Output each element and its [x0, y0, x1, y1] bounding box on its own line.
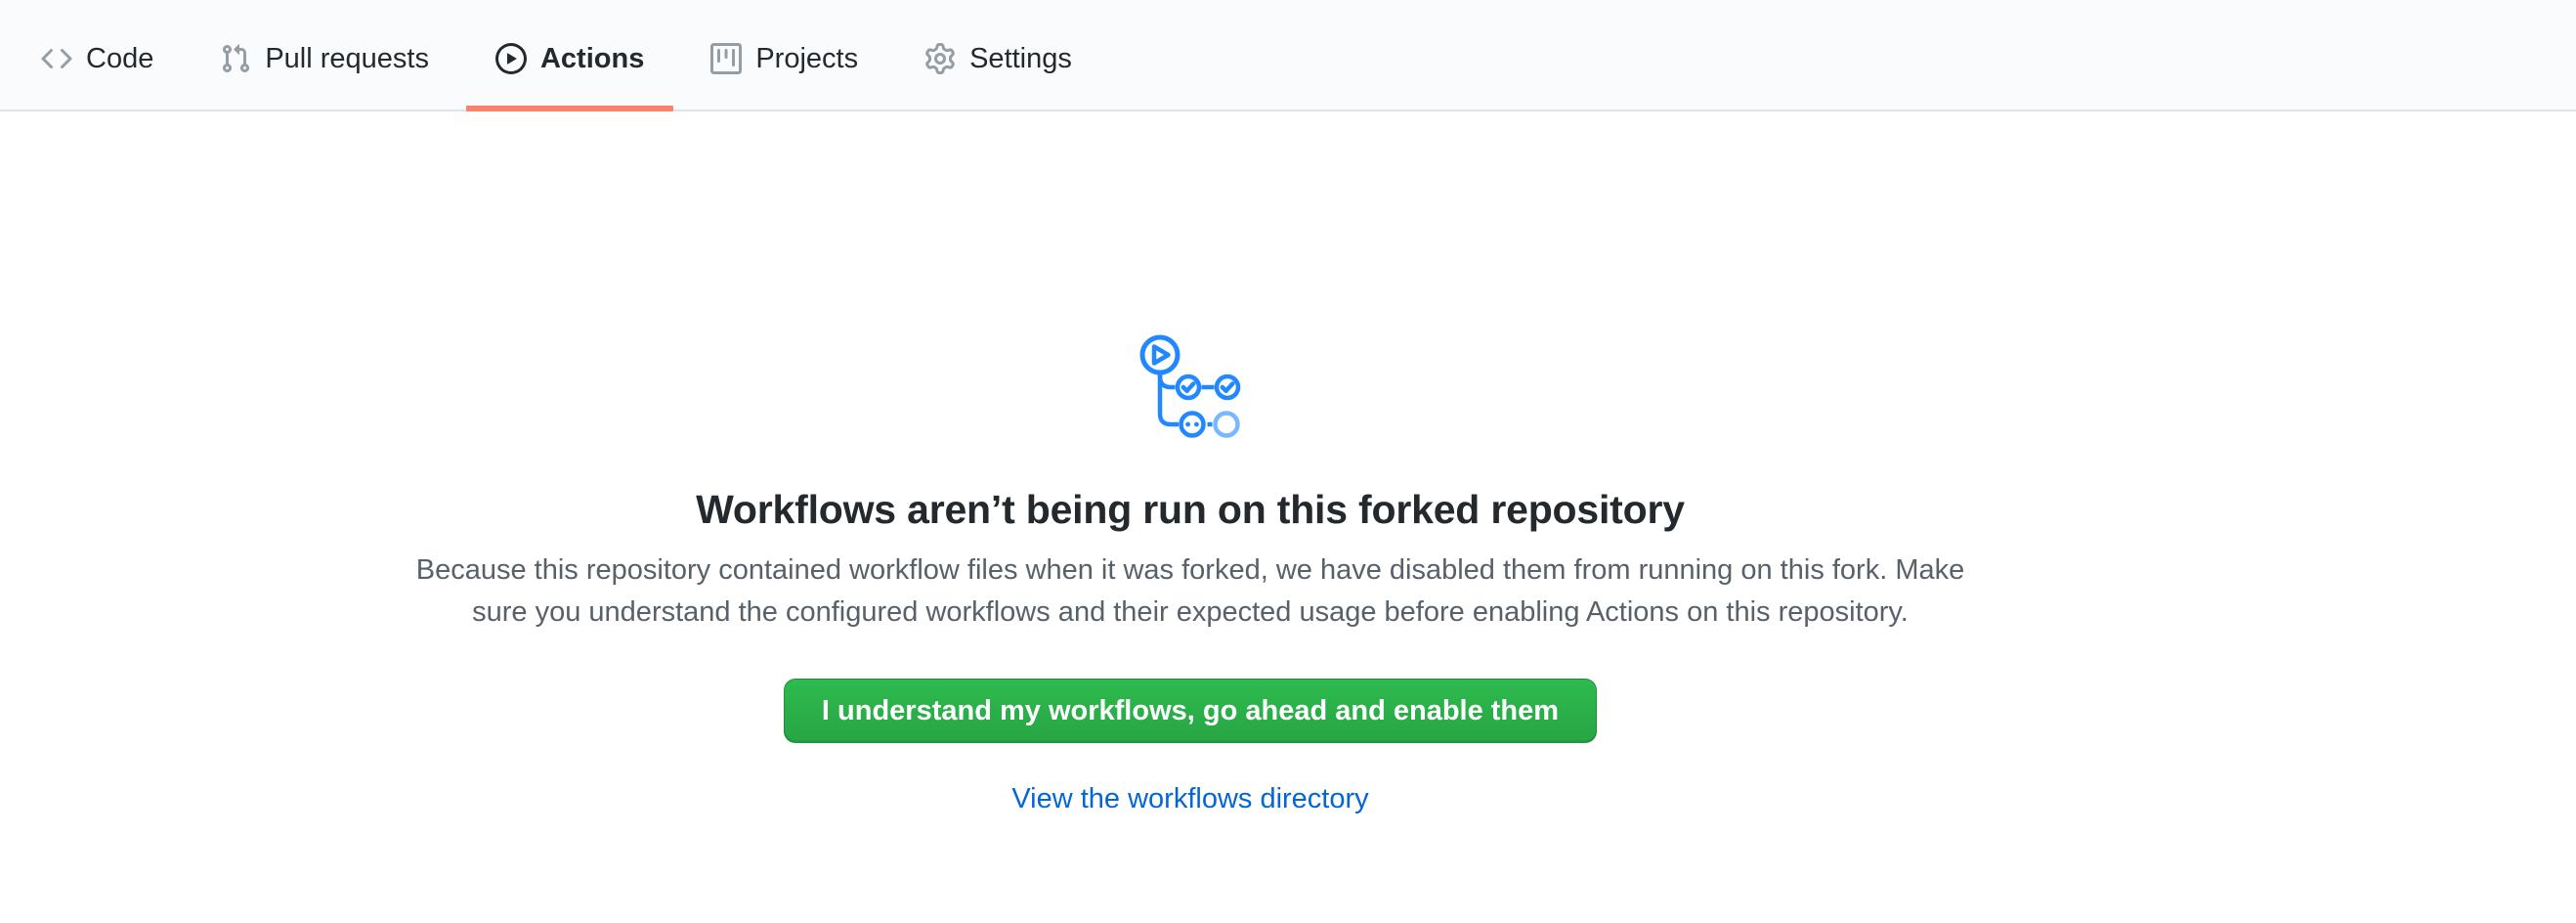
- enable-workflows-button[interactable]: I understand my workflows, go ahead and …: [784, 679, 1597, 743]
- tab-settings[interactable]: Settings: [895, 8, 1101, 110]
- play-icon: [495, 43, 527, 74]
- tab-label: Actions: [540, 45, 644, 73]
- project-icon: [710, 43, 742, 74]
- gear-icon: [924, 43, 956, 74]
- tab-actions[interactable]: Actions: [466, 8, 673, 110]
- tab-label: Pull requests: [265, 45, 429, 73]
- workflow-graph-icon: [1139, 334, 1241, 438]
- tab-code[interactable]: Code: [12, 8, 183, 110]
- description-text: Because this repository contained workfl…: [399, 549, 1982, 634]
- tab-projects[interactable]: Projects: [681, 8, 887, 110]
- tab-pull-requests[interactable]: Pull requests: [191, 8, 458, 110]
- tab-label: Code: [86, 45, 153, 73]
- workflows-directory-link[interactable]: View the workflows directory: [0, 782, 2381, 815]
- git-pull-request-icon: [220, 43, 251, 74]
- tab-label: Settings: [969, 45, 1072, 73]
- tab-label: Projects: [755, 45, 858, 73]
- code-icon: [41, 43, 72, 74]
- page-title: Workflows aren’t being run on this forke…: [0, 485, 2381, 534]
- repo-tab-nav: Code Pull requests Actions Projects Sett…: [0, 0, 2576, 111]
- actions-disabled-blankslate: Workflows aren’t being run on this forke…: [0, 334, 2381, 815]
